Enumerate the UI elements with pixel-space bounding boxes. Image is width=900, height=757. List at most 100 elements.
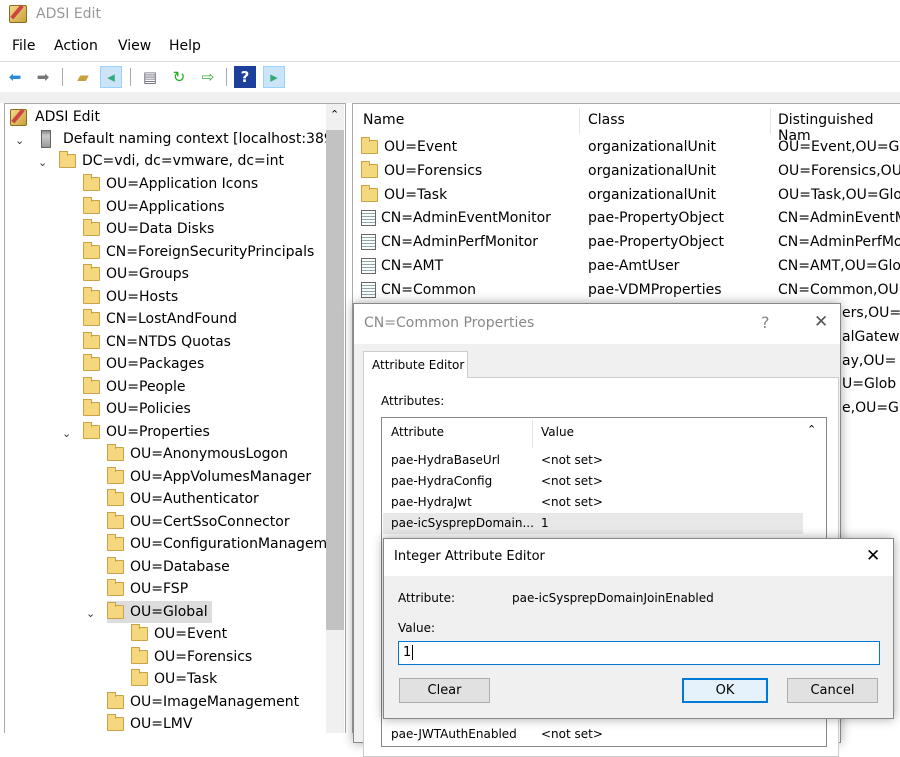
list-cell-dn: e,OU=G — [842, 400, 899, 417]
tree-item[interactable]: OU=ConfigurationManagem — [107, 533, 331, 555]
tree-item[interactable]: OU=AnonymousLogon — [107, 443, 292, 465]
folder-icon — [107, 466, 124, 484]
list-cell-dn: OU=Task,OU=Glob — [778, 186, 900, 203]
tree-root[interactable]: ADSI Edit — [35, 109, 100, 125]
tree-item[interactable]: OU=Authenticator — [107, 488, 263, 510]
tree-item[interactable]: OU=Policies — [83, 398, 195, 420]
list-row[interactable]: OU=Task — [361, 184, 447, 203]
tree-item[interactable]: OU=ImageManagement — [107, 691, 303, 713]
chevron-down-icon[interactable]: ⌄ — [62, 427, 71, 440]
attribute-row[interactable]: pae-HydraConfig <not set> — [383, 471, 803, 492]
tree-item[interactable]: CN=NTDS Quotas — [83, 331, 235, 353]
dialog-title-bar: CN=Common Properties ? ✕ — [354, 304, 840, 344]
export-list-icon[interactable]: ⇨ — [197, 66, 219, 88]
chevron-down-icon[interactable]: ⌄ — [38, 156, 47, 169]
tree-item[interactable]: OU=Forensics — [131, 646, 256, 668]
list-cell-class: pae-PropertyObject — [588, 210, 724, 227]
tree-item[interactable]: OU=Global — [107, 600, 212, 623]
folder-icon — [107, 444, 124, 461]
forward-icon[interactable]: ➡ — [32, 66, 54, 88]
attribute-row[interactable]: pae-HydraBaseUrl <not set> — [383, 450, 803, 471]
attribute-row-partial[interactable]: pae-JWTAuthEnabled — [391, 727, 517, 741]
scroll-up-icon[interactable]: ⌃ — [330, 108, 339, 121]
tree-item[interactable]: OU=Event — [131, 623, 231, 645]
tree-item[interactable]: OU=Data Disks — [83, 218, 218, 240]
folder-icon — [131, 624, 148, 641]
title-bar: ADSI Edit — [0, 0, 900, 30]
console-tree[interactable]: ADSI Edit ⌄ Default naming context [loca… — [4, 103, 346, 733]
tree-item[interactable]: CN=LostAndFound — [83, 308, 241, 330]
properties-icon[interactable]: ▤ — [139, 66, 161, 88]
value-input[interactable]: 1 — [398, 641, 880, 665]
folder-icon — [83, 219, 100, 236]
tree-item[interactable]: OU=Groups — [83, 263, 193, 285]
dialog-title-bar: Integer Attribute Editor ✕ — [384, 539, 893, 576]
folder-icon — [83, 309, 100, 326]
folder-icon — [107, 601, 124, 619]
ok-button[interactable]: OK — [682, 678, 768, 703]
list-row[interactable]: OU=Event — [361, 137, 457, 155]
menu-action[interactable]: Action — [54, 38, 98, 54]
list-cell-class: organizationalUnit — [588, 162, 717, 179]
folder-icon — [107, 556, 124, 574]
folder-icon — [131, 669, 148, 686]
attribute-label: Attribute: — [398, 591, 456, 605]
tree-item[interactable]: OU=Application Icons — [83, 173, 262, 195]
dialog-title: CN=Common Properties — [364, 315, 535, 331]
tree-item[interactable]: OU=Applications — [83, 196, 229, 218]
help-button[interactable]: ? — [761, 313, 770, 332]
show-hide-console-tree-icon[interactable]: ◂ — [100, 66, 122, 88]
tree-item[interactable]: OU=Database — [107, 556, 234, 578]
tree-item[interactable]: OU=Hosts — [83, 286, 182, 308]
tree-item[interactable]: OU=CertSsoConnector — [107, 511, 294, 533]
help-icon[interactable]: ? — [234, 66, 256, 88]
refresh-icon[interactable]: ↻ — [168, 66, 190, 88]
attribute-row[interactable]: pae-HydraJwt <not set> — [383, 492, 803, 513]
folder-icon — [83, 286, 100, 304]
tab-attribute-editor[interactable]: Attribute Editor — [363, 351, 468, 378]
column-header-class[interactable]: Class — [588, 112, 625, 128]
cancel-button[interactable]: Cancel — [787, 678, 878, 703]
property-object-icon — [361, 234, 376, 251]
close-button[interactable]: ✕ — [814, 312, 828, 332]
menu-file[interactable]: File — [12, 38, 35, 54]
tree-item[interactable]: OU=AppVolumesManager — [107, 466, 315, 488]
menu-view[interactable]: View — [118, 38, 151, 54]
list-cell-class: organizationalUnit — [588, 186, 717, 203]
close-button[interactable]: ✕ — [866, 546, 880, 566]
list-row[interactable]: CN=Common — [361, 281, 476, 298]
list-cell-dn: alGatew — [842, 328, 900, 345]
tree-item-domain[interactable]: DC=vdi, dc=vmware, dc=int — [82, 153, 284, 169]
tree-item[interactable]: OU=People — [83, 376, 190, 398]
tree-item[interactable]: CN=ForeignSecurityPrincipals — [83, 241, 318, 263]
folder-icon — [83, 399, 100, 416]
folder-icon — [83, 196, 100, 214]
tree-item[interactable]: OU=FSP — [107, 578, 192, 600]
menu-help[interactable]: Help — [169, 38, 201, 54]
list-row[interactable]: OU=Forensics — [361, 160, 482, 179]
tree-item[interactable]: OU=Packages — [83, 353, 208, 375]
attribute-row[interactable]: pae-icSysprepDomain... 1 — [383, 513, 803, 534]
list-row[interactable]: CN=AdminPerfMonitor — [361, 234, 538, 251]
chevron-down-icon[interactable]: ⌄ — [15, 134, 24, 147]
tree-scrollbar-thumb[interactable] — [326, 130, 344, 630]
column-header-attribute[interactable]: Attribute — [391, 425, 444, 439]
column-header-name[interactable]: Name — [363, 112, 404, 128]
back-icon[interactable]: ⬅ — [4, 66, 26, 88]
show-hide-action-pane-icon[interactable]: ▸ — [263, 66, 285, 88]
up-folder-icon[interactable]: ▰ — [72, 66, 94, 88]
chevron-down-icon[interactable]: ⌄ — [86, 607, 95, 620]
tree-item[interactable]: OU=Properties — [83, 421, 214, 443]
list-row[interactable]: CN=AdminEventMonitor — [361, 210, 551, 227]
folder-icon — [107, 534, 124, 551]
list-cell-class: pae-VDMProperties — [588, 281, 722, 298]
clear-button[interactable]: Clear — [399, 678, 490, 703]
list-cell-class: pae-AmtUser — [588, 258, 680, 274]
scroll-up-icon[interactable]: ⌃ — [807, 423, 816, 436]
tree-item-context[interactable]: Default naming context [localhost:389] — [63, 131, 338, 147]
list-row[interactable]: CN=AMT — [361, 258, 443, 274]
tree-item[interactable]: OU=LMV — [107, 713, 196, 733]
column-header-value[interactable]: Value — [541, 425, 574, 439]
value-label: Value: — [398, 621, 435, 635]
tree-item[interactable]: OU=Task — [131, 668, 221, 690]
